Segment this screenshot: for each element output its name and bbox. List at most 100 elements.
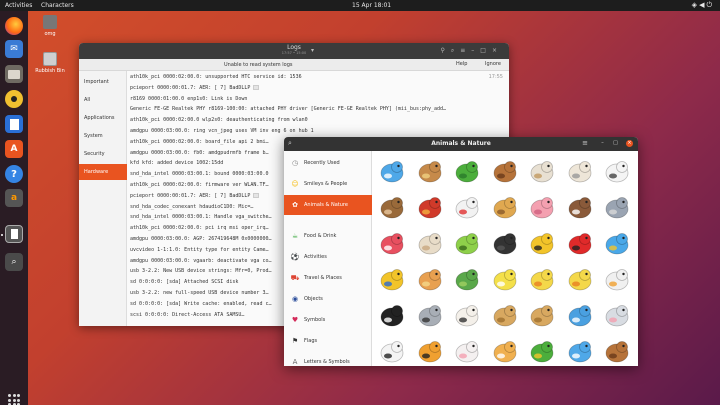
sidebar-item-hardware[interactable]: Hardware [79, 164, 127, 180]
mouse-emoji[interactable] [599, 297, 635, 333]
koala-emoji[interactable] [412, 297, 448, 333]
pig-emoji[interactable] [524, 189, 560, 225]
search-icon[interactable]: ⌕ [5, 253, 23, 271]
poodle-emoji[interactable] [449, 297, 485, 333]
cow-emoji[interactable] [374, 333, 410, 366]
penguin-emoji[interactable] [374, 297, 410, 333]
ignore-button[interactable]: Ignore [481, 60, 505, 69]
log-row[interactable]: usb 3-2.2: New USB device strings: Mfr=0… [130, 268, 271, 274]
whale-spout-emoji[interactable] [562, 333, 598, 366]
maximize-icon[interactable]: □ [480, 47, 492, 54]
elephant-emoji[interactable] [599, 189, 635, 225]
system-tray[interactable]: ◈◀⏻ [692, 1, 714, 10]
amazon-icon[interactable]: a [5, 189, 23, 207]
snake-emoji[interactable] [449, 153, 485, 189]
log-row[interactable]: scsi 0:0:0:0: Direct-Access ATA SAMSU… [130, 312, 244, 318]
rabbit-emoji[interactable] [449, 333, 485, 366]
goat-emoji[interactable] [562, 153, 598, 189]
octopus-emoji[interactable] [374, 225, 410, 261]
category-flags[interactable]: ⚑ Flags [284, 331, 372, 351]
bug-emoji[interactable] [449, 225, 485, 261]
rhythmbox-icon[interactable] [5, 90, 23, 108]
chevron-down-icon[interactable]: ▾ [311, 47, 314, 54]
close-icon[interactable]: × [626, 140, 633, 147]
sidebar-item-applications[interactable]: Applications [79, 110, 127, 126]
firefox-icon[interactable] [5, 17, 23, 35]
dolphin-emoji[interactable] [562, 297, 598, 333]
fish-emoji[interactable] [599, 225, 635, 261]
tiger-emoji[interactable] [412, 333, 448, 366]
horse-emoji[interactable] [487, 153, 523, 189]
clock[interactable]: 15 Apr 18:01 [352, 2, 391, 9]
category-activities[interactable]: ⚽ Activities [284, 247, 372, 267]
minimize-icon[interactable]: – [599, 140, 606, 147]
writer-icon[interactable] [5, 115, 23, 133]
log-row[interactable]: kfd kfd: added device 1002:15dd [130, 160, 223, 166]
maximize-icon[interactable]: □ [612, 140, 619, 147]
cat-face-emoji[interactable] [487, 333, 523, 366]
log-row[interactable]: Generic FE-GE Realtek PHY r8169-100:00: … [130, 106, 446, 112]
characters-icon[interactable] [5, 225, 23, 243]
category-objects[interactable]: ◉ Objects [284, 289, 372, 309]
activities-button[interactable]: Activities [5, 2, 32, 9]
dragon-emoji[interactable] [524, 333, 560, 366]
help-icon[interactable]: ? [5, 165, 23, 183]
log-row[interactable]: ath10k_pci 0000:02:00.0: board_file api … [130, 139, 268, 145]
app-menu[interactable]: Characters [41, 2, 74, 9]
log-row[interactable]: pcieport 0000:00:01.7: AER: [ 7] BadDLLP [130, 192, 260, 199]
category-letters-symbols[interactable]: A Letters & Symbols [284, 352, 372, 366]
files-icon[interactable] [5, 65, 23, 83]
cat-emoji[interactable] [599, 261, 635, 297]
sidebar-item-system[interactable]: System [79, 128, 127, 144]
help-button[interactable]: Help [452, 60, 471, 69]
ant-emoji[interactable] [487, 225, 523, 261]
minimize-icon[interactable]: – [471, 47, 480, 54]
sidebar-item-security[interactable]: Security [79, 146, 127, 162]
log-row[interactable]: ath10k_pci 0000:02:00.0: firmware ver WL… [130, 182, 268, 188]
category-travel-places[interactable]: ⛟ Travel & Places [284, 268, 372, 288]
log-row[interactable]: ath10k_pci 0000:02:00.0: pci irq msi ope… [130, 225, 268, 231]
whale-emoji[interactable] [374, 153, 410, 189]
thunderbird-icon[interactable]: ✉ [5, 40, 23, 58]
sidebar-item-all[interactable]: All [79, 92, 127, 108]
log-row[interactable]: pcieport 0000:00:01.7: AER: [ 7] BadDLLP [130, 84, 260, 91]
log-row[interactable]: sd 0:0:0:0: [sda] Attached SCSI disk [130, 279, 238, 285]
spiral-shell-emoji[interactable] [412, 225, 448, 261]
log-row[interactable]: amdgpu 0000:03:00.0: vgaarb: deactivate … [130, 258, 271, 264]
log-row[interactable]: amdgpu 0000:03:00.0: AGP: 267419648M 0x0… [130, 236, 271, 242]
log-row[interactable]: amdgpu 0000:03:00.0: fb0: amdgpudrmfb fr… [130, 150, 268, 156]
close-icon[interactable]: × [492, 47, 503, 54]
blowfish-emoji[interactable] [412, 261, 448, 297]
horse-face-emoji[interactable] [599, 333, 635, 366]
menu-icon[interactable]: ≡ [460, 47, 471, 54]
search-icon[interactable]: ⌕ [451, 47, 460, 54]
boar-emoji[interactable] [562, 189, 598, 225]
show-applications-icon[interactable] [8, 394, 20, 405]
monkey-emoji[interactable] [374, 189, 410, 225]
camel-emoji[interactable] [487, 297, 523, 333]
ram-emoji[interactable] [524, 153, 560, 189]
log-row[interactable]: usb 3-2.2: new full-speed USB device num… [130, 290, 268, 296]
two-hump-camel-emoji[interactable] [524, 297, 560, 333]
desktop-icon-home[interactable]: omg [35, 15, 65, 37]
log-row[interactable]: uvcvideo 1-1:1.0: Entity type for entity… [130, 247, 268, 253]
category-recently-used[interactable]: ◷ Recently Used [284, 153, 372, 173]
tropical-fish-emoji[interactable] [374, 261, 410, 297]
desktop-icon-trash[interactable]: Rubbish Bin [35, 52, 65, 74]
sheep-emoji[interactable] [599, 153, 635, 189]
log-row[interactable]: ath10k_pci 0000:02:00.0 wlp2s0: deauthen… [130, 117, 308, 123]
software-icon[interactable]: A [5, 140, 23, 158]
hatching-chick-emoji[interactable] [487, 261, 523, 297]
sidebar-item-important[interactable]: Important [79, 74, 127, 90]
log-row[interactable]: snd_hda_intel 0000:03:00.1: bound 0000:0… [130, 171, 268, 177]
log-row[interactable]: snd_hda_intel 0000:03:00.1: Handle vga_s… [130, 214, 271, 220]
chicken-emoji[interactable] [449, 189, 485, 225]
category-smileys-people[interactable]: ☺ Smileys & People [284, 174, 372, 194]
dog-emoji[interactable] [487, 189, 523, 225]
category-animals-nature[interactable]: ✿ Animals & Nature [284, 195, 372, 215]
log-row[interactable]: snd_hda_codec_conexant hdaudioC1D0: Mic=… [130, 204, 253, 210]
rooster-emoji[interactable] [412, 189, 448, 225]
log-row[interactable]: sd 0:0:0:0: [sda] Write cache: enabled, … [130, 301, 271, 307]
category-food-drink[interactable]: ☕ Food & Drink [284, 226, 372, 246]
baby-chick-emoji[interactable] [524, 261, 560, 297]
